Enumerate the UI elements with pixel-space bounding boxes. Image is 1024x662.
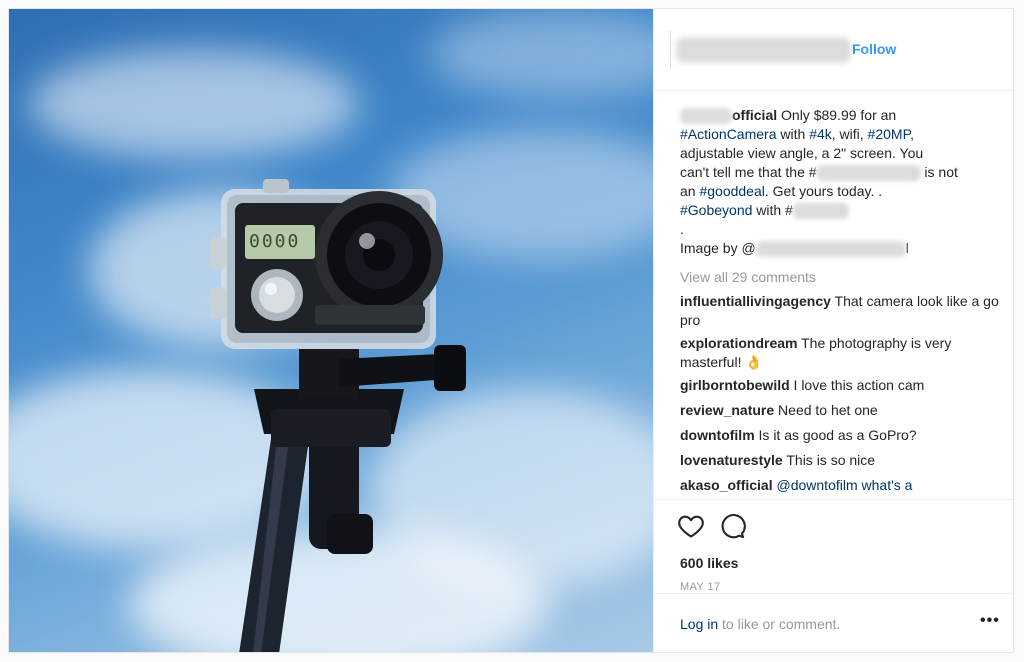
comment: explorationdream The photography is very… bbox=[680, 334, 1002, 372]
comment-bubble-icon[interactable] bbox=[718, 512, 746, 540]
comments-section: official Only $89.99 for an #ActionCamer… bbox=[680, 106, 1002, 495]
comment-username[interactable]: explorationdream bbox=[680, 335, 797, 351]
instagram-post: 0000 Follow official Only $89.99 for an … bbox=[8, 8, 1014, 653]
redacted-hashtag bbox=[816, 165, 921, 182]
follow-button[interactable]: Follow bbox=[852, 41, 896, 57]
credit-handle-end[interactable]: l bbox=[906, 240, 909, 256]
comment-list: influentiallivingagency That camera look… bbox=[680, 292, 1002, 495]
login-prompt-text: to like or comment. bbox=[718, 616, 841, 632]
view-all-comments-link[interactable]: View all 29 comments bbox=[680, 266, 1002, 288]
caption-text: can't tell me that the # bbox=[680, 164, 817, 180]
caption-line-2: #ActionCamera with #4k, wifi, #20MP, bbox=[680, 125, 1002, 144]
hashtag-actioncamera[interactable]: #ActionCamera bbox=[680, 126, 777, 142]
caption-line-8: Image by @ l bbox=[680, 239, 1002, 258]
caption-text: Only $89.99 for an bbox=[777, 107, 897, 123]
comment-text: I love this action cam bbox=[789, 377, 925, 393]
post-header: Follow bbox=[654, 9, 1013, 91]
comment: lovenaturestyle This is so nice bbox=[680, 451, 1002, 470]
post-footer: Log in to like or comment. ••• bbox=[654, 593, 1013, 652]
hashtag-4k[interactable]: #4k bbox=[809, 126, 832, 142]
like-count[interactable]: 600 likes bbox=[680, 555, 738, 571]
comment-username[interactable]: akaso_official bbox=[680, 477, 773, 493]
comment-username[interactable]: review_nature bbox=[680, 402, 774, 418]
redacted-credit-handle bbox=[755, 241, 906, 258]
caption-line-4: can't tell me that the # is not bbox=[680, 163, 1002, 182]
caption-text: an bbox=[680, 183, 700, 199]
caption-text: Image by @ bbox=[680, 240, 756, 256]
post-details-panel: Follow official Only $89.99 for an #Acti… bbox=[653, 9, 1013, 652]
header-divider bbox=[670, 31, 671, 69]
redacted-username bbox=[676, 37, 851, 63]
comment: influentiallivingagency That camera look… bbox=[680, 292, 1002, 330]
camera-lcd-readout: 0000 bbox=[249, 231, 301, 252]
post-date[interactable]: MAY 17 bbox=[680, 581, 721, 593]
comment-username[interactable]: girlborntobewild bbox=[680, 377, 790, 393]
comment: downtofilm Is it as good as a GoPro? bbox=[680, 426, 1002, 445]
hashtag-gobeyond[interactable]: #Gobeyond bbox=[680, 202, 752, 218]
comment-text: @downtofilm what's a bbox=[772, 477, 913, 493]
comment-text: Is it as good as a GoPro? bbox=[754, 427, 917, 443]
post-photo[interactable]: 0000 bbox=[9, 9, 653, 652]
caption-line-5: an #gooddeal. Get yours today. . bbox=[680, 182, 1002, 201]
caption-text: with bbox=[776, 126, 810, 142]
comment-username[interactable]: influentiallivingagency bbox=[680, 293, 831, 309]
action-camera-illustration bbox=[209, 179, 466, 652]
login-link[interactable]: Log in bbox=[680, 616, 718, 632]
comment: girlborntobewild I love this action cam bbox=[680, 376, 1002, 395]
comment-text: Need to het one bbox=[774, 402, 878, 418]
caption-text: , wifi, bbox=[831, 126, 868, 142]
caption-text: , bbox=[910, 126, 914, 142]
caption-username[interactable]: official bbox=[732, 107, 777, 123]
comment-username[interactable]: lovenaturestyle bbox=[680, 452, 783, 468]
redacted-username-prefix bbox=[680, 108, 732, 125]
comment: akaso_official @downtofilm what's a bbox=[680, 476, 1002, 495]
comment-username[interactable]: downtofilm bbox=[680, 427, 755, 443]
caption-line-1: official Only $89.99 for an bbox=[680, 106, 1002, 125]
hashtag-gooddeal[interactable]: #gooddeal bbox=[699, 183, 764, 199]
caption-text: with # bbox=[752, 202, 793, 218]
more-options-icon[interactable]: ••• bbox=[980, 612, 1000, 630]
caption-line-7: . bbox=[680, 221, 684, 237]
comment: review_nature Need to het one bbox=[680, 401, 1002, 420]
hashtag-20mp[interactable]: #20MP bbox=[868, 126, 911, 142]
caption-text: is not bbox=[920, 164, 958, 180]
redacted-hashtag bbox=[792, 203, 849, 220]
caption-text: . Get yours today. . bbox=[764, 183, 883, 199]
heart-icon[interactable] bbox=[677, 512, 705, 540]
caption-line-6: #Gobeyond with # bbox=[680, 201, 1002, 220]
comment-text: This is so nice bbox=[782, 452, 876, 468]
caption-line-3: adjustable view angle, a 2" screen. You bbox=[680, 145, 924, 161]
login-prompt: Log in to like or comment. bbox=[680, 616, 840, 632]
